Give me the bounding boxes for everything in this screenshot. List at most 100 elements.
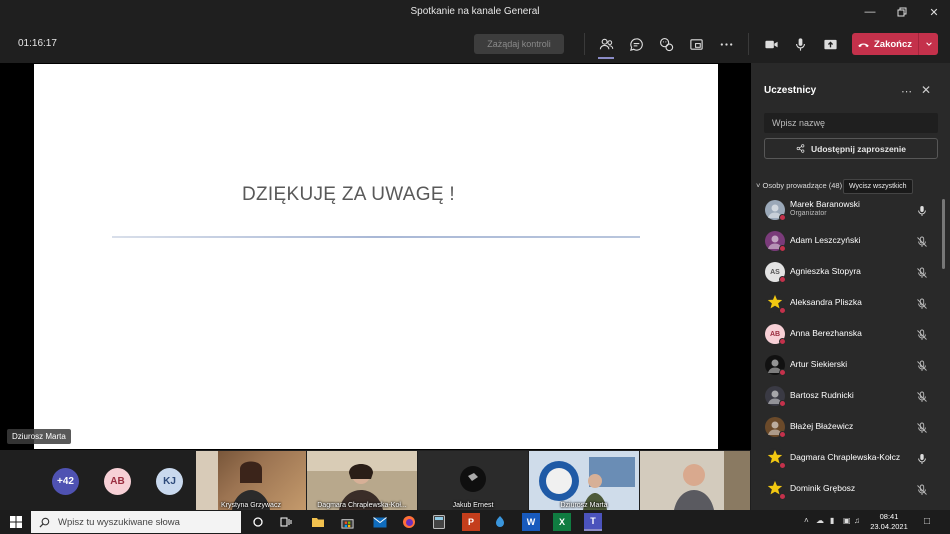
presence-busy-icon xyxy=(779,400,786,407)
battery-icon[interactable]: ▮ xyxy=(830,516,834,525)
reactions-icon[interactable] xyxy=(656,34,676,54)
close-panel-icon[interactable]: ✕ xyxy=(921,83,931,97)
store-icon[interactable] xyxy=(338,513,356,531)
video-tile[interactable]: Dziurosz Marta xyxy=(529,451,639,510)
search-icon xyxy=(39,517,50,528)
share-invite-button[interactable]: Udostępnij zaproszenie xyxy=(764,138,938,159)
folder-icon[interactable] xyxy=(491,513,509,531)
participant-row[interactable]: Marek Baranowski Organizator xyxy=(751,195,941,226)
taskbar-search-placeholder: Wpisz tu wyszukiwane słowa xyxy=(58,516,180,528)
close-icon[interactable]: ✕ xyxy=(918,0,950,24)
presence-busy-icon xyxy=(779,307,786,314)
share-icon xyxy=(796,144,805,153)
taskbar-search-box[interactable]: Wpisz tu wyszukiwane słowa xyxy=(31,511,241,533)
chevron-down-icon[interactable] xyxy=(918,33,938,55)
mic-muted-icon[interactable] xyxy=(916,390,928,402)
taskbar-clock[interactable]: 08:41 23.04.2021 xyxy=(864,512,914,532)
mic-muted-icon[interactable] xyxy=(916,297,928,309)
windows-taskbar: Wpisz tu wyszukiwane słowa P W X T ˄ ☁ ▮… xyxy=(0,510,950,534)
mic-muted-icon[interactable] xyxy=(916,359,928,371)
restore-icon[interactable] xyxy=(886,0,918,24)
participant-row[interactable]: AS Agnieszka Stopyra xyxy=(751,257,941,288)
more-options-icon[interactable]: ⋯ xyxy=(901,85,912,98)
presenters-group-header[interactable]: ˅ Osoby prowadzące (48) xyxy=(756,181,842,190)
onedrive-icon[interactable]: ☁ xyxy=(816,516,824,525)
share-screen-icon[interactable] xyxy=(820,34,840,54)
participants-panel: Uczestnicy ⋯ ✕ Udostępnij zaproszenie ˅ … xyxy=(751,63,950,510)
tile-name: Krystyna Grzywacz xyxy=(221,502,281,509)
task-view-icon[interactable] xyxy=(249,513,267,531)
volume-icon[interactable]: ♫ xyxy=(854,516,860,525)
shared-content-stage: DZIĘKUJĘ ZA UWAGĘ ! Dziurosz Marta xyxy=(0,63,751,450)
participant-row[interactable]: AB Anna Berezhanska xyxy=(751,319,941,350)
participants-icon[interactable] xyxy=(596,34,616,59)
minimize-icon[interactable]: — xyxy=(854,0,886,24)
firefox-icon[interactable] xyxy=(400,513,418,531)
mic-muted-icon[interactable] xyxy=(916,421,928,433)
mic-muted-icon[interactable] xyxy=(916,483,928,495)
widgets-icon[interactable] xyxy=(277,513,295,531)
mic-icon[interactable] xyxy=(916,452,928,464)
network-icon[interactable]: ▣ xyxy=(843,516,851,525)
participant-row[interactable]: Artur Siekierski xyxy=(751,350,941,381)
slide-divider xyxy=(112,236,640,238)
windows-start-icon[interactable] xyxy=(10,516,22,528)
mail-icon[interactable] xyxy=(371,513,389,531)
meeting-toolbar: 01:16:17 Zażądaj kontroli Zakończ xyxy=(0,24,950,63)
microphone-icon[interactable] xyxy=(790,34,810,54)
video-tile[interactable]: Dagmara Chraplewska-Koł... xyxy=(307,451,417,510)
meeting-timer: 01:16:17 xyxy=(18,38,57,49)
participant-avatar[interactable]: KJ xyxy=(156,468,183,495)
group-label: Osoby prowadzące (48) xyxy=(762,181,843,190)
mic-muted-icon[interactable] xyxy=(916,266,928,278)
panel-scrollbar[interactable] xyxy=(942,199,945,269)
rooms-icon[interactable] xyxy=(686,34,706,54)
participant-name: Agnieszka Stopyra xyxy=(790,266,861,276)
teams-icon[interactable]: T xyxy=(584,513,602,531)
participant-name: Dagmara Chraplewska-Kołcz xyxy=(790,452,901,462)
presenter-name-tag: Dziurosz Marta xyxy=(7,429,71,444)
presence-busy-icon xyxy=(779,431,786,438)
more-participants-badge[interactable]: +42 xyxy=(52,468,79,495)
more-icon[interactable] xyxy=(716,34,736,54)
notifications-icon[interactable]: □ xyxy=(924,516,930,527)
chat-icon[interactable] xyxy=(626,34,646,54)
tray-chevron-up-icon[interactable]: ˄ xyxy=(804,516,809,525)
video-tile[interactable] xyxy=(640,451,750,510)
mute-all-tooltip[interactable]: Wycisz wszystkich xyxy=(843,179,913,194)
window-title: Spotkanie na kanale General xyxy=(410,6,540,17)
presence-busy-icon xyxy=(779,369,786,376)
participant-row[interactable]: Dominik Grębosz xyxy=(751,474,941,505)
participant-row[interactable]: Dagmara Chraplewska-Kołcz xyxy=(751,443,941,474)
end-call-button[interactable]: Zakończ xyxy=(852,33,938,55)
word-icon[interactable]: W xyxy=(522,513,540,531)
request-control-button[interactable]: Zażądaj kontroli xyxy=(474,34,564,54)
video-tile[interactable]: Jakub Ernest xyxy=(418,451,528,510)
presence-busy-icon xyxy=(779,462,786,469)
video-tile[interactable]: Krystyna Grzywacz xyxy=(196,451,306,510)
participant-row[interactable]: Bartosz Rudnicki xyxy=(751,381,941,412)
participant-name: Artur Siekierski xyxy=(790,359,848,369)
participant-name: Marek Baranowski xyxy=(790,199,860,209)
toolbar-divider xyxy=(584,33,585,55)
mic-muted-icon[interactable] xyxy=(916,328,928,340)
participant-row[interactable]: Błażej Błażewicz xyxy=(751,412,941,443)
calculator-icon[interactable] xyxy=(430,513,448,531)
participant-name: Adam Leszczyński xyxy=(790,235,861,245)
presence-busy-icon xyxy=(779,493,786,500)
slide-text: DZIĘKUJĘ ZA UWAGĘ ! xyxy=(242,184,455,205)
participant-name: Bartosz Rudnicki xyxy=(790,390,854,400)
mic-muted-icon[interactable] xyxy=(916,235,928,247)
presentation-slide: DZIĘKUJĘ ZA UWAGĘ ! xyxy=(34,64,718,449)
powerpoint-icon[interactable]: P xyxy=(462,513,480,531)
participant-name: Błażej Błażewicz xyxy=(790,421,854,431)
tile-name: Dziurosz Marta xyxy=(560,502,608,509)
camera-icon[interactable] xyxy=(761,34,781,54)
participant-search-input[interactable] xyxy=(764,113,938,133)
mic-icon[interactable] xyxy=(916,204,928,216)
participant-row[interactable]: Adam Leszczyński xyxy=(751,226,941,257)
participant-avatar[interactable]: AB xyxy=(104,468,131,495)
excel-icon[interactable]: X xyxy=(553,513,571,531)
participant-row[interactable]: Aleksandra Pliszka xyxy=(751,288,941,319)
explorer-icon[interactable] xyxy=(309,513,327,531)
